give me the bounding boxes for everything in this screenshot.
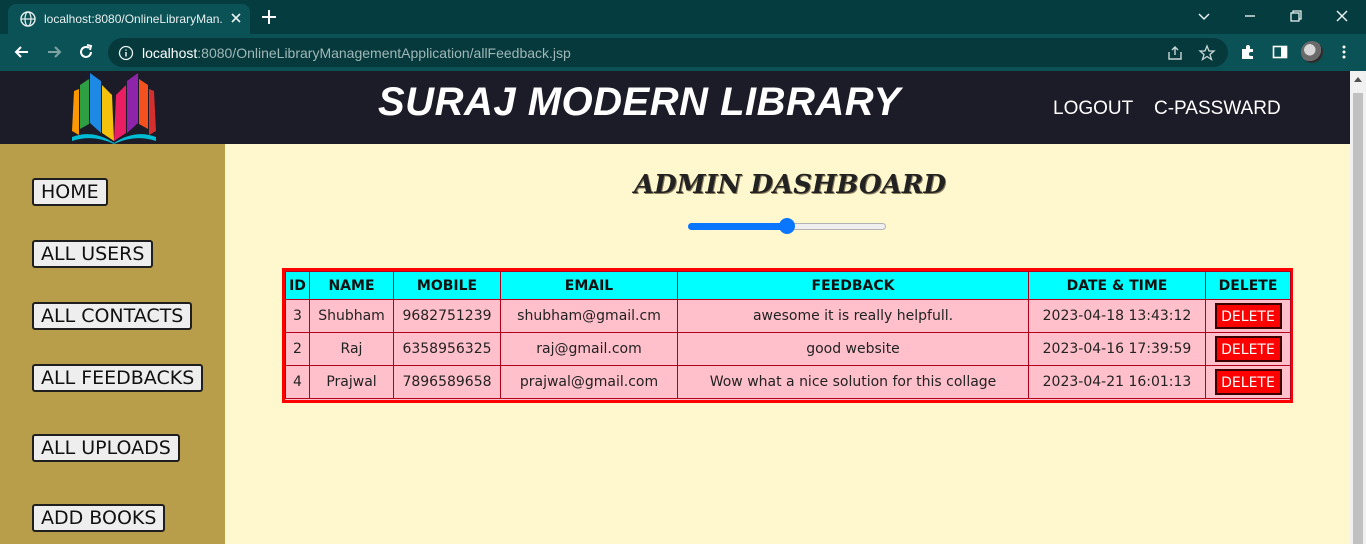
cell-date-time: 2023-04-21 16:01:13	[1028, 365, 1206, 399]
close-tab-icon[interactable]	[230, 12, 242, 24]
column-header-date-time: DATE & TIME	[1028, 271, 1206, 300]
column-header-name: NAME	[309, 271, 394, 300]
site-header: SURAJ MODERN LIBRARY LOGOUT C-PASSWARD	[0, 71, 1350, 144]
profile-avatar[interactable]	[1301, 41, 1323, 63]
slider-handle[interactable]	[779, 218, 795, 234]
cell-email: raj@gmail.com	[500, 332, 678, 366]
delete-button[interactable]: DELETE	[1214, 336, 1282, 362]
tab-title: localhost:8080/OnlineLibraryMan...	[44, 12, 222, 26]
delete-button[interactable]: DELETE	[1214, 369, 1282, 395]
address-bar[interactable]: localhost:8080/OnlineLibraryManagementAp…	[108, 38, 1228, 67]
cell-email: shubham@gmail.cm	[500, 299, 678, 333]
extensions-puzzle-icon[interactable]	[1239, 43, 1257, 61]
cell-delete: DELETE	[1205, 332, 1291, 366]
sidebar: HOME ALL USERS ALL CONTACTS ALL FEEDBACK…	[0, 144, 225, 544]
minimize-icon[interactable]	[1240, 6, 1260, 26]
feedback-table-container: ID NAME MOBILE EMAIL FEEDBACK DATE & TIM…	[282, 268, 1293, 403]
cell-date-time: 2023-04-18 13:43:12	[1028, 299, 1206, 333]
page-content: SURAJ MODERN LIBRARY LOGOUT C-PASSWARD H…	[0, 71, 1350, 544]
tab-search-chevron-icon[interactable]	[1194, 6, 1214, 26]
url-text: localhost:8080/OnlineLibraryManagementAp…	[142, 45, 571, 61]
cell-delete: DELETE	[1205, 299, 1291, 333]
site-title: SURAJ MODERN LIBRARY	[378, 80, 901, 124]
cell-name: Raj	[309, 332, 394, 366]
cell-id: 2	[285, 332, 310, 366]
sidebar-item-all-contacts[interactable]: ALL CONTACTS	[32, 302, 193, 330]
sidebar-item-all-users[interactable]: ALL USERS	[32, 240, 154, 268]
page-scrollbar[interactable]	[1350, 71, 1366, 544]
column-header-id: ID	[285, 271, 310, 300]
cell-feedback: awesome it is really helpfull.	[677, 299, 1029, 333]
cell-mobile: 6358956325	[393, 332, 501, 366]
page-title: ADMIN DASHBOARD	[634, 170, 946, 200]
sidebar-item-home[interactable]: HOME	[32, 178, 108, 206]
table-header-row: ID NAME MOBILE EMAIL FEEDBACK DATE & TIM…	[285, 271, 1291, 300]
close-window-icon[interactable]	[1332, 6, 1352, 26]
bookmark-star-icon[interactable]	[1198, 44, 1216, 62]
sidebar-item-all-uploads[interactable]: ALL UPLOADS	[32, 434, 180, 462]
sidebar-item-all-feedbacks[interactable]: ALL FEEDBACKS	[32, 364, 204, 392]
logout-link[interactable]: LOGOUT	[1053, 98, 1133, 120]
restore-icon[interactable]	[1286, 6, 1306, 26]
slider-fill	[688, 223, 787, 230]
browser-menu-icon[interactable]	[1335, 43, 1353, 61]
browser-tab-strip: localhost:8080/OnlineLibraryMan...	[0, 0, 1366, 34]
back-arrow-icon[interactable]	[12, 42, 32, 62]
cell-mobile: 9682751239	[393, 299, 501, 333]
column-header-email: EMAIL	[500, 271, 678, 300]
table-row: 3 Shubham 9682751239 shubham@gmail.cm aw…	[285, 299, 1291, 333]
range-slider[interactable]	[688, 218, 886, 234]
cell-email: prajwal@gmail.com	[500, 365, 678, 399]
site-info-icon[interactable]	[118, 45, 134, 61]
cell-name: Shubham	[309, 299, 394, 333]
reload-icon[interactable]	[76, 42, 96, 62]
cell-id: 4	[285, 365, 310, 399]
column-header-mobile: MOBILE	[393, 271, 501, 300]
cell-date-time: 2023-04-16 17:39:59	[1028, 332, 1206, 366]
share-icon[interactable]	[1166, 44, 1184, 62]
cell-name: Prajwal	[309, 365, 394, 399]
globe-icon	[20, 11, 36, 27]
browser-tab[interactable]: localhost:8080/OnlineLibraryMan...	[8, 4, 250, 34]
cell-id: 3	[285, 299, 310, 333]
cell-mobile: 7896589658	[393, 365, 501, 399]
delete-button[interactable]: DELETE	[1214, 303, 1282, 329]
cell-feedback: good website	[677, 332, 1029, 366]
change-password-link[interactable]: C-PASSWARD	[1154, 98, 1281, 120]
cell-feedback: Wow what a nice solution for this collag…	[677, 365, 1029, 399]
column-header-feedback: FEEDBACK	[677, 271, 1029, 300]
library-book-logo-icon[interactable]	[68, 71, 160, 144]
feedback-table: ID NAME MOBILE EMAIL FEEDBACK DATE & TIM…	[285, 271, 1291, 399]
scroll-up-arrow-icon[interactable]	[1354, 77, 1362, 82]
cell-delete: DELETE	[1205, 365, 1291, 399]
browser-toolbar: localhost:8080/OnlineLibraryManagementAp…	[0, 34, 1366, 71]
scrollbar-thumb[interactable]	[1353, 93, 1363, 544]
side-panel-icon[interactable]	[1271, 43, 1289, 61]
sidebar-item-add-books[interactable]: ADD BOOKS	[32, 504, 166, 532]
column-header-delete: DELETE	[1205, 271, 1291, 300]
table-row: 4 Prajwal 7896589658 prajwal@gmail.com W…	[285, 365, 1291, 399]
table-row: 2 Raj 6358956325 raj@gmail.com good webs…	[285, 332, 1291, 366]
new-tab-icon[interactable]	[260, 8, 278, 26]
forward-arrow-icon[interactable]	[44, 42, 64, 62]
